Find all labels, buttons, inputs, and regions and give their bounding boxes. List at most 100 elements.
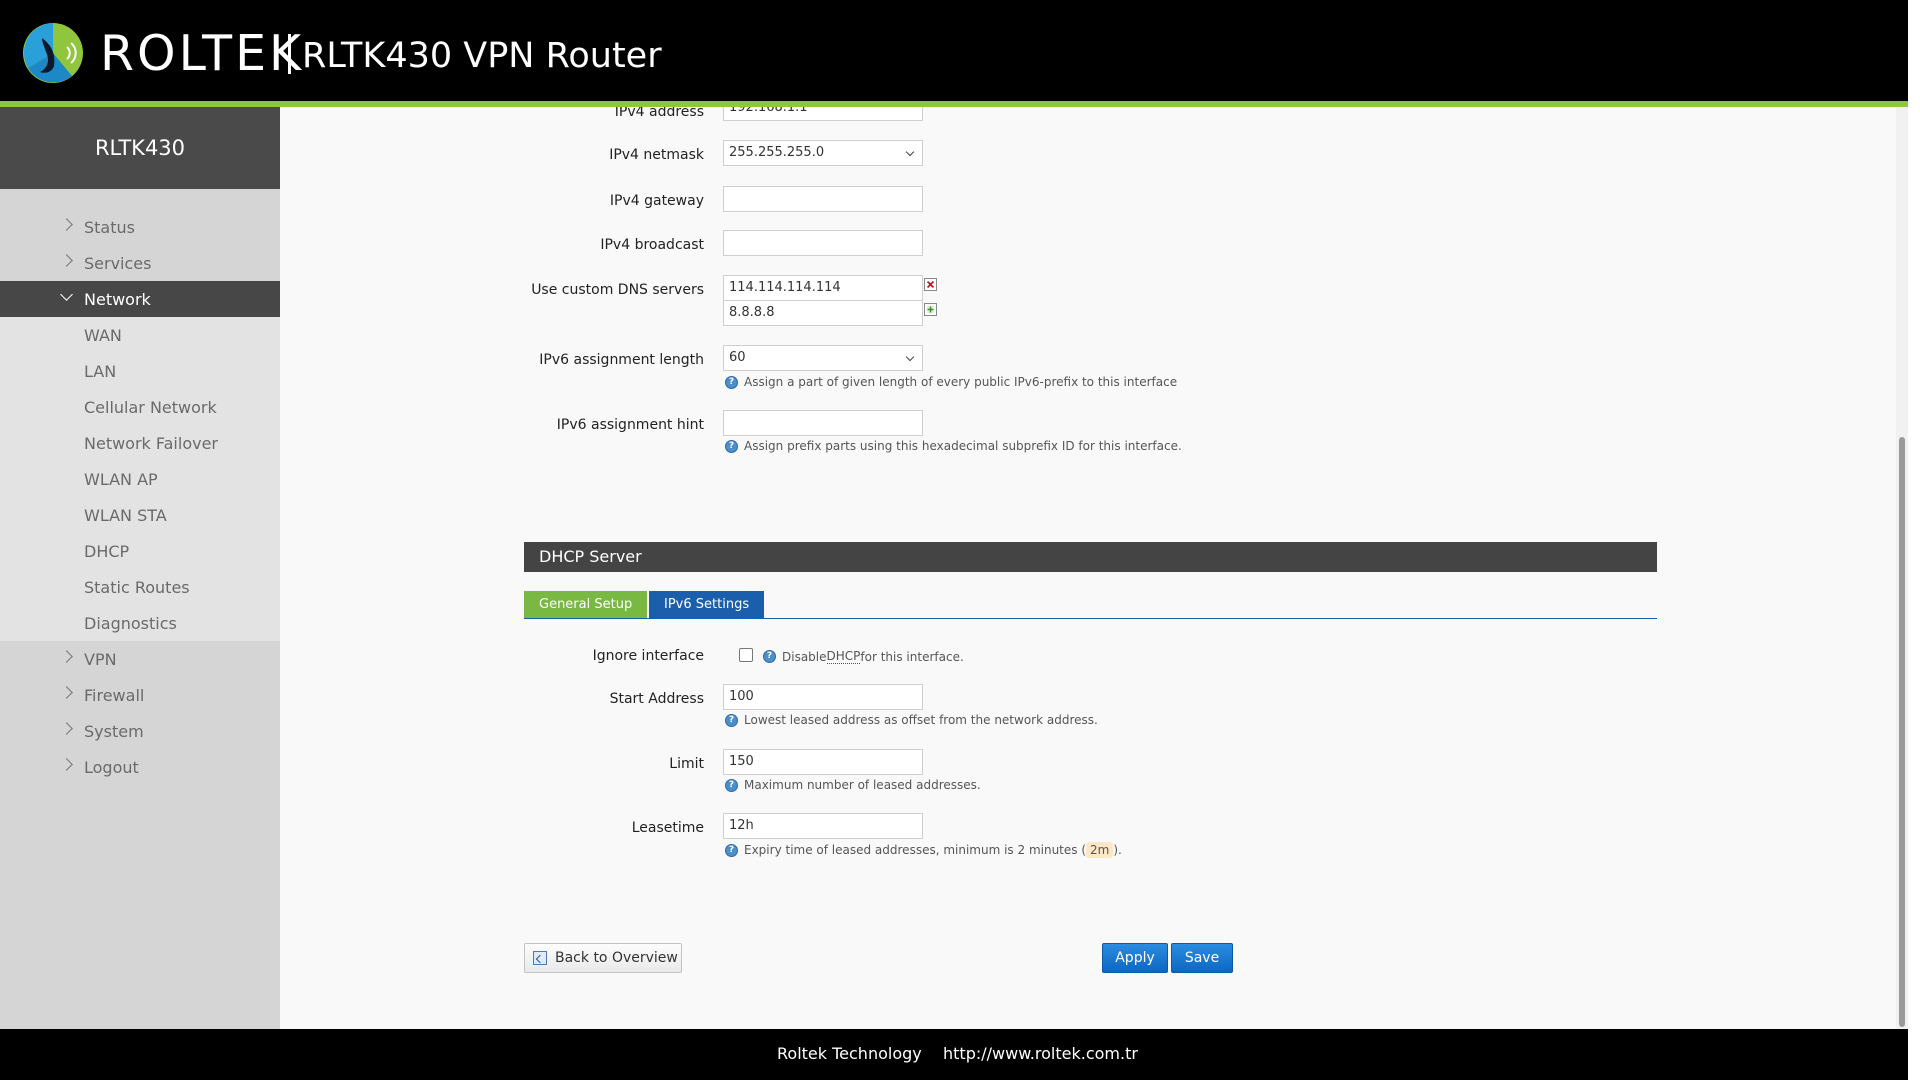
scrollbar-thumb[interactable] [1899,437,1905,1027]
ipv4-netmask-value: 255.255.255.0 [729,145,825,160]
sidebar-item-label: Firewall [84,685,145,705]
help-icon: ? [725,439,738,453]
ignore-interface-label: Ignore interface [592,648,704,664]
sidebar-item-services[interactable]: Services [0,245,280,281]
sidebar-item-label: Services [84,253,152,273]
main-content: IPv4 address 192.168.1.1 IPv4 netmask 25… [280,107,1908,1029]
start-address-hint: ? Lowest leased address as offset from t… [725,713,1098,727]
limit-input[interactable]: 150 [723,749,923,775]
footer-company: Roltek Technology [777,1044,922,1063]
chevron-down-icon [905,352,915,362]
tab-general-setup[interactable]: General Setup [524,591,648,619]
back-to-overview-button[interactable]: Back to Overview [524,943,682,973]
sidebar-subitem-cellular-network[interactable]: Cellular Network [0,389,280,425]
chevron-right-icon [60,218,73,231]
dhcp-section-header: DHCP Server [524,542,1657,572]
sidebar-item-firewall[interactable]: Firewall [0,677,280,713]
help-icon: ? [725,713,738,727]
help-icon: ? [763,650,776,663]
start-address-input[interactable]: 100 [723,684,923,710]
back-button-label: Back to Overview [555,950,678,966]
ipv4-netmask-label: IPv4 netmask [609,147,704,163]
brand-name: ROLTEK [100,25,305,82]
ipv4-netmask-select[interactable]: 255.255.255.0 [723,140,923,166]
sidebar-subitem-wan[interactable]: WAN [0,317,280,353]
footer: Roltek Technology http://www.roltek.com.… [0,1029,1908,1080]
sidebar: RLTK430 Status Services Network WAN LAN … [0,107,280,1029]
ipv6-length-hint: ? Assign a part of given length of every… [725,375,1177,389]
ipv6-length-select[interactable]: 60 [723,345,923,371]
limit-hint: ? Maximum number of leased addresses. [725,778,981,792]
leasetime-hint-pre: Expiry time of leased addresses, minimum… [744,843,1087,857]
sidebar-subitem-diagnostics[interactable]: Diagnostics [0,605,280,641]
ignore-interface-checkbox[interactable] [739,648,753,662]
ipv6-hint-hint: ? Assign prefix parts using this hexadec… [725,439,1182,453]
sidebar-item-label: Logout [84,757,139,777]
leasetime-input[interactable]: 12h [723,813,923,839]
start-address-hint-text: Lowest leased address as offset from the… [744,713,1098,727]
sidebar-subitem-static-routes[interactable]: Static Routes [0,569,280,605]
sidebar-title: RLTK430 [0,107,280,189]
leasetime-min-code: 2m [1086,842,1114,858]
limit-label: Limit [669,756,704,772]
ipv4-broadcast-input[interactable] [723,230,923,256]
sidebar-item-label: Status [84,217,135,237]
chevron-right-icon [60,650,73,663]
chevron-down-icon [905,147,915,157]
ipv4-address-label: IPv4 address [614,107,704,120]
dns-server-input-1[interactable]: 114.114.114.114 [723,275,923,301]
leasetime-label: Leasetime [631,820,704,836]
sidebar-item-label: Network [84,289,151,309]
tabs-underline [524,618,1657,619]
save-button[interactable]: Save [1171,943,1233,973]
help-icon: ? [725,843,738,857]
ipv6-hint-input[interactable] [723,410,923,436]
remove-icon[interactable] [924,278,937,291]
chevron-right-icon [60,722,73,735]
sidebar-subitem-dhcp[interactable]: DHCP [0,533,280,569]
dns-server-input-2[interactable]: 8.8.8.8 [723,300,923,326]
ipv4-gateway-input[interactable] [723,186,923,212]
sidebar-subitem-lan[interactable]: LAN [0,353,280,389]
sidebar-subitem-wlan-ap[interactable]: WLAN AP [0,461,280,497]
top-header: ROLTEK RLTK430 VPN Router [0,0,1908,107]
ipv6-hint-hint-text: Assign prefix parts using this hexadecim… [744,439,1182,453]
ipv6-length-value: 60 [729,350,746,365]
add-icon[interactable] [924,303,937,316]
apply-button[interactable]: Apply [1102,943,1168,973]
sidebar-item-system[interactable]: System [0,713,280,749]
limit-hint-text: Maximum number of leased addresses. [744,778,981,792]
ipv4-gateway-label: IPv4 gateway [609,193,704,209]
back-arrow-icon [533,951,547,965]
sidebar-item-vpn[interactable]: VPN [0,641,280,677]
sidebar-subitem-wlan-sta[interactable]: WLAN STA [0,497,280,533]
sidebar-item-label: System [84,721,144,741]
chevron-right-icon [60,758,73,771]
sidebar-item-logout[interactable]: Logout [0,749,280,785]
ignore-interface-hint: ? Disable DHCP for this interface. [763,649,964,664]
ignore-hint-pre: Disable [782,649,827,664]
sidebar-item-label: VPN [84,649,117,669]
footer-url-link[interactable]: http://www.roltek.com.tr [943,1044,1138,1063]
brand-separator [288,34,291,74]
custom-dns-label: Use custom DNS servers [531,282,704,298]
ipv4-broadcast-label: IPv4 broadcast [600,237,704,253]
help-icon: ? [725,375,738,389]
chevron-right-icon [60,254,73,267]
leasetime-hint-post: ). [1113,843,1122,857]
ipv6-length-label: IPv6 assignment length [539,352,704,368]
tab-ipv6-settings[interactable]: IPv6 Settings [649,591,765,619]
ipv6-hint-label: IPv6 assignment hint [556,417,704,433]
help-icon: ? [725,778,738,792]
sidebar-item-network[interactable]: Network [0,281,280,317]
ignore-hint-post: for this interface. [860,649,964,664]
dhcp-abbr: DHCP [826,649,861,664]
ipv6-length-hint-text: Assign a part of given length of every p… [744,375,1178,389]
sidebar-nav: Status Services Network WAN LAN Cellular… [0,209,280,785]
chevron-right-icon [60,686,73,699]
sidebar-subitem-network-failover[interactable]: Network Failover [0,425,280,461]
product-title: RLTK430 VPN Router [302,36,662,76]
leasetime-hint: ? Expiry time of leased addresses, minim… [725,842,1122,858]
sidebar-item-status[interactable]: Status [0,209,280,245]
ipv4-address-input[interactable]: 192.168.1.1 [723,107,923,121]
